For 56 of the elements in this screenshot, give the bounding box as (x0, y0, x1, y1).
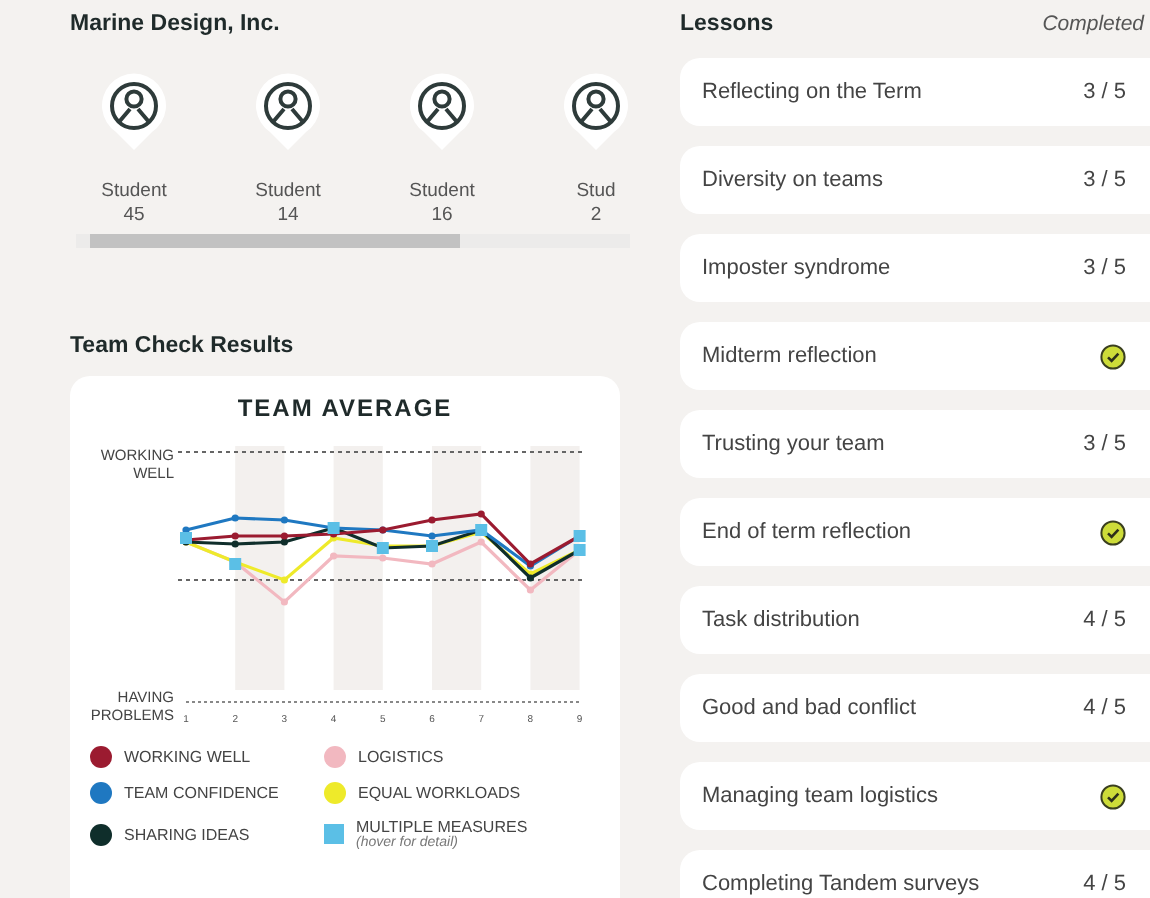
measure-marker[interactable] (426, 540, 438, 552)
lesson-row[interactable]: Managing team logistics (680, 762, 1150, 830)
student-number: 14 (277, 204, 299, 228)
student-avatar-icon[interactable] (98, 72, 170, 152)
lesson-progress: 3 / 5 (1083, 80, 1126, 104)
measure-marker[interactable] (229, 558, 242, 570)
lesson-progress: 4 / 5 (1083, 696, 1126, 720)
legend-label: SHARING IDEAS (124, 825, 250, 843)
lesson-progress: 4 / 5 (1083, 608, 1126, 632)
lesson-title: End of term reflection (702, 520, 912, 544)
legend-label: EQUAL WORKLOADS (358, 784, 521, 802)
legend-label: MULTIPLE MEASURES (356, 818, 528, 836)
chart-title: TEAM AVERAGE (235, 394, 455, 422)
student-label: Student (101, 180, 167, 204)
lesson-title: Diversity on teams (702, 168, 883, 192)
lesson-progress: 3 / 5 (1083, 168, 1126, 192)
student-number: 16 (431, 204, 453, 228)
lesson-progress: 3 / 5 (1083, 256, 1126, 280)
lesson-title: Midterm reflection (702, 344, 877, 368)
student-label: Student (409, 180, 475, 204)
lesson-row[interactable]: Reflecting on the Term 3 / 5 (680, 58, 1150, 126)
lesson-row[interactable]: Trusting your team 3 / 5 (680, 410, 1150, 478)
student-avatar-icon[interactable] (406, 72, 478, 152)
lesson-title: Managing team logistics (702, 784, 939, 808)
lesson-title: Imposter syndrome (702, 256, 891, 280)
legend-label: WORKING WELL (124, 748, 251, 766)
team-name: Marine Design, Inc. (70, 12, 282, 36)
lesson-row[interactable]: Good and bad conflict 4 / 5 (680, 674, 1150, 742)
lesson-progress: 3 / 5 (1083, 432, 1126, 456)
lesson-title: Reflecting on the Term (702, 80, 922, 104)
lesson-row[interactable]: Imposter syndrome 3 / 5 (680, 234, 1150, 302)
lesson-row[interactable]: End of term reflection (680, 498, 1150, 566)
student-number: 45 (123, 204, 145, 228)
lesson-title: Completing Tandem surveys (702, 872, 980, 896)
student-label: Student (255, 180, 321, 204)
lesson-title: Good and bad conflict (702, 696, 917, 720)
student-label: Stud (576, 180, 616, 204)
legend-label: TEAM CONFIDENCE (124, 784, 279, 802)
lesson-title: Task distribution (702, 608, 860, 632)
section-heading: Team Check Results (70, 334, 296, 358)
lesson-title: Trusting your team (702, 432, 885, 456)
lesson-row[interactable]: Diversity on teams 3 / 5 (680, 146, 1150, 214)
measure-marker[interactable] (475, 524, 488, 536)
measure-marker[interactable] (180, 532, 192, 544)
legend-label: LOGISTICS (358, 748, 444, 766)
column-heading: Completed (1042, 12, 1144, 36)
measure-marker[interactable] (327, 522, 340, 534)
lesson-row[interactable]: Midterm reflection (680, 322, 1150, 390)
lesson-progress: 4 / 5 (1083, 872, 1126, 896)
scrollbar[interactable] (76, 234, 630, 248)
student-avatar-icon[interactable] (252, 72, 324, 152)
column-heading: Lessons (680, 12, 774, 36)
student-avatar-icon[interactable] (560, 72, 632, 152)
student-number: 2 (590, 204, 602, 228)
lesson-row[interactable]: Task distribution 4 / 5 (680, 586, 1150, 654)
lesson-row[interactable]: Completing Tandem surveys 4 / 5 (680, 850, 1150, 898)
